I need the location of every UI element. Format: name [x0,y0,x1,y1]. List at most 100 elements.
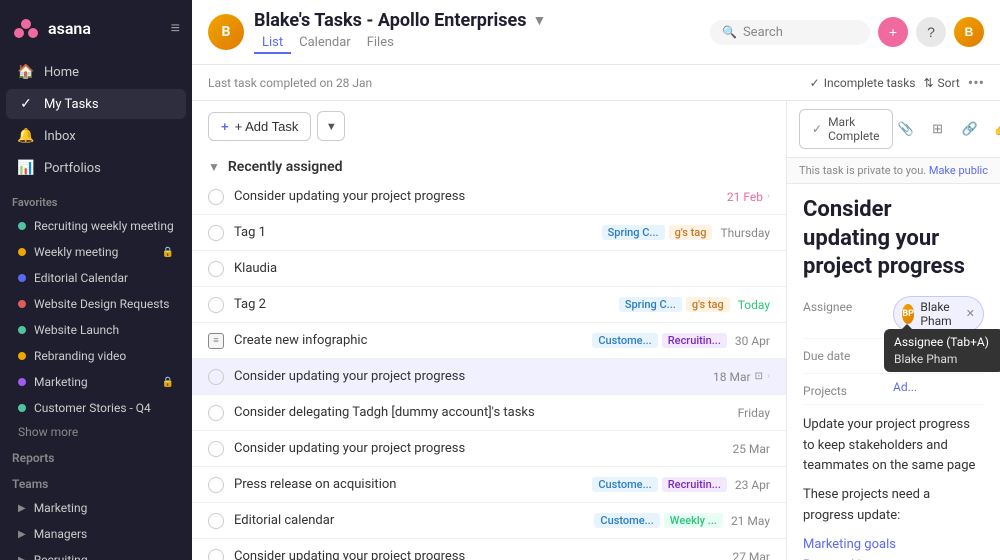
app-name: asana [48,19,91,38]
sidebar-item-portfolios[interactable]: 📊 Portfolios [6,153,186,183]
task-tags: Custome... Recruitin... [592,477,727,492]
task-checkbox[interactable] [208,441,224,457]
sidebar-label-my-tasks: My Tasks [44,97,99,112]
last-task-text: Last task completed on 28 Jan [208,76,372,90]
task-name: Tag 2 [234,297,619,312]
favorite-item-mkt[interactable]: Marketing 🔒 [6,370,186,394]
favorite-item-wl[interactable]: Website Launch [6,318,186,342]
task-date: 27 Mar [732,550,770,560]
favorite-item-ec[interactable]: Editorial Calendar [6,266,186,290]
tag-spring: Spring C... [602,225,665,240]
favorite-item-wdr[interactable]: Website Design Requests [6,292,186,316]
table-row[interactable]: Tag 1 Spring C... g's tag Thursday [192,215,786,251]
mark-complete-label: Mark Complete [828,115,879,143]
table-row[interactable]: Editorial calendar Custome... Weekly ...… [192,503,786,539]
table-row[interactable]: Klaudia [192,251,786,287]
task-checkbox[interactable] [208,477,224,493]
add-task-dropdown[interactable]: ▼ [317,111,345,141]
link-marketing-goals[interactable]: Marketing goals [803,535,984,556]
attachment-button[interactable]: 📎 [893,116,919,142]
link-bug-tracking[interactable]: Bug tracking [803,556,984,560]
task-date: 21 May [731,514,770,528]
tab-list[interactable]: List [254,33,291,54]
table-row[interactable]: Consider updating your project progress … [192,179,786,215]
favorite-item-rwm[interactable]: Recruiting weekly meeting [6,214,186,238]
section-collapse-icon[interactable]: ▼ [208,160,220,174]
teams-section-title: Teams [0,469,192,495]
add-task-button[interactable]: + [878,17,908,47]
task-checkbox[interactable] [208,189,224,205]
sort-button[interactable]: ⇅ Sort [923,76,959,90]
arrow-icon: › [767,371,770,382]
more-options-button[interactable]: ••• [968,73,984,92]
lock-icon-wm: 🔒 [162,247,174,258]
table-row[interactable]: Consider updating your project progress … [192,359,786,395]
collapse-button[interactable]: ≡ [171,18,180,38]
tag-spring: Spring C... [619,297,682,312]
table-row[interactable]: Consider updating your project progress … [192,539,786,560]
favorite-item-rv[interactable]: Rebranding video [6,344,186,368]
tag-recruiting: Recruitin... [662,477,727,492]
task-checkbox[interactable] [208,297,224,313]
search-bar[interactable]: 🔍 Search [710,20,870,45]
task-checkbox[interactable] [208,513,224,529]
favorite-item-csq4[interactable]: Customer Stories - Q4 [6,396,186,420]
sidebar-item-my-tasks[interactable]: ✓ My Tasks [6,89,186,119]
profile-avatar[interactable]: B [954,17,984,47]
table-row[interactable]: ≡ Create new infographic Custome... Recr… [192,323,786,359]
task-checkbox[interactable] [208,261,224,277]
header-tabs: List Calendar Files [254,33,546,54]
section-header: ▼ Recently assigned [192,151,786,179]
team-item-managers[interactable]: ▶ Managers [6,522,186,546]
favorite-item-wm[interactable]: Weekly meeting 🔒 [6,240,186,264]
task-date: 21 Feb [727,190,763,204]
table-row[interactable]: Consider delegating Tadgh [dummy account… [192,395,786,431]
add-task-button[interactable]: + + Add Task [208,112,311,141]
subtask-button[interactable]: ⊞ [925,116,951,142]
task-date: 25 Mar [732,442,770,456]
task-checkbox[interactable] [208,549,224,560]
task-tags: Custome... Recruitin... [592,333,727,348]
team-item-marketing[interactable]: ▶ Marketing [6,496,186,520]
table-row[interactable]: Consider updating your project progress … [192,431,786,467]
incomplete-tasks-filter[interactable]: ✓ Incomplete tasks [810,76,916,90]
search-icon: 🔍 [722,25,737,39]
tab-files[interactable]: Files [359,33,402,54]
toolbar-right: ✓ Incomplete tasks ⇅ Sort ••• [810,73,984,92]
sidebar-item-home[interactable]: 🏠 Home [6,57,186,87]
description-p2: These projects need a progress update: [803,485,984,527]
task-name: Consider delegating Tadgh [dummy account… [234,405,730,420]
task-checkbox[interactable] [208,405,224,421]
like-button[interactable]: 👍 [989,116,1000,142]
make-public-link[interactable]: Make public [929,164,988,177]
title-chevron-icon[interactable]: ▼ [532,12,546,29]
mark-complete-button[interactable]: ✓ Mark Complete [799,109,893,149]
remove-assignee-button[interactable]: ✕ [966,307,975,320]
page-header: B Blake's Tasks - Apollo Enterprises ▼ L… [192,0,1000,65]
assignee-avatar: BP [902,304,914,324]
table-row[interactable]: Press release on acquisition Custome... … [192,467,786,503]
tooltip-shortcut: Assignee (Tab+A) [894,335,994,349]
asana-logo-icon [12,14,40,42]
sidebar-item-inbox[interactable]: 🔔 Inbox [6,121,186,151]
task-checkbox[interactable] [208,225,224,241]
table-row[interactable]: Tag 2 Spring C... g's tag Today [192,287,786,323]
my-tasks-icon: ✓ [18,96,34,112]
detail-toolbar: ✓ Mark Complete 📎 ⊞ 🔗 👍 ⏱ ••• ✕ [787,101,1000,158]
assignee-name: Blake Pham [920,300,959,328]
chevron-right-icon: ▶ [18,529,26,540]
add-project-link[interactable]: Ad... [893,380,917,394]
task-checkbox[interactable] [208,369,224,385]
task-name: Tag 1 [234,225,602,240]
tab-calendar[interactable]: Calendar [291,33,359,54]
team-item-recruiting[interactable]: ▶ Recruiting [6,548,186,560]
team-label-marketing: Marketing [34,501,88,515]
help-button[interactable]: ? [916,17,946,47]
reports-section-title: Reports [0,443,192,469]
assignee-chip[interactable]: BP Blake Pham ✕ Assignee (Tab+A) Blake P… [893,296,984,332]
tag-customer: Custome... [594,513,659,528]
link-button[interactable]: 🔗 [957,116,983,142]
home-icon: 🏠 [18,64,34,80]
task-date: 23 Apr [735,478,770,492]
show-more-button[interactable]: Show more [6,421,186,443]
